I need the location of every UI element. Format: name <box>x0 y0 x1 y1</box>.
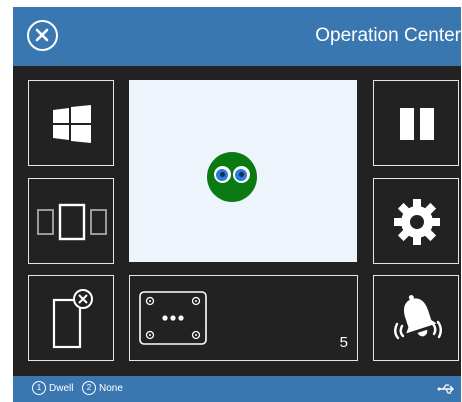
close-icon <box>35 28 49 42</box>
gear-icon <box>394 199 440 245</box>
window-switch-button[interactable] <box>28 178 114 264</box>
mode-1-number: 1 <box>32 381 46 395</box>
mode-2-indicator: 2 None <box>82 381 123 395</box>
mode-1-indicator: 1 Dwell <box>32 381 73 395</box>
left-eye <box>214 166 231 183</box>
exit-app-button[interactable] <box>28 275 114 361</box>
operation-center-window: Operation Center 5 1 Dwell 2 None <box>13 7 461 402</box>
settings-button[interactable] <box>373 178 459 264</box>
windows-logo-icon <box>53 105 91 143</box>
more-dots-icon <box>139 291 207 345</box>
status-bar: 1 Dwell 2 None <box>13 376 461 402</box>
mode-2-number: 2 <box>82 381 96 395</box>
mode-2-label: None <box>99 382 123 394</box>
pause-button[interactable] <box>373 80 459 166</box>
bell-icon <box>394 295 442 340</box>
header-bar: Operation Center <box>13 7 461 66</box>
window-title: Operation Center <box>315 25 461 46</box>
eye-tracking-preview <box>129 80 357 262</box>
eyes-icon <box>207 152 257 202</box>
close-button[interactable] <box>27 20 58 51</box>
pause-icon <box>400 108 434 140</box>
windows-start-button[interactable] <box>28 80 114 166</box>
right-eye <box>233 166 250 183</box>
window-switch-icon <box>37 203 107 241</box>
more-count: 5 <box>339 334 348 351</box>
mode-1-label: Dwell <box>49 382 74 394</box>
exit-app-icon <box>52 289 93 349</box>
alarm-button[interactable] <box>373 275 459 361</box>
usb-icon <box>437 384 454 394</box>
more-options-button[interactable]: 5 <box>129 275 358 361</box>
